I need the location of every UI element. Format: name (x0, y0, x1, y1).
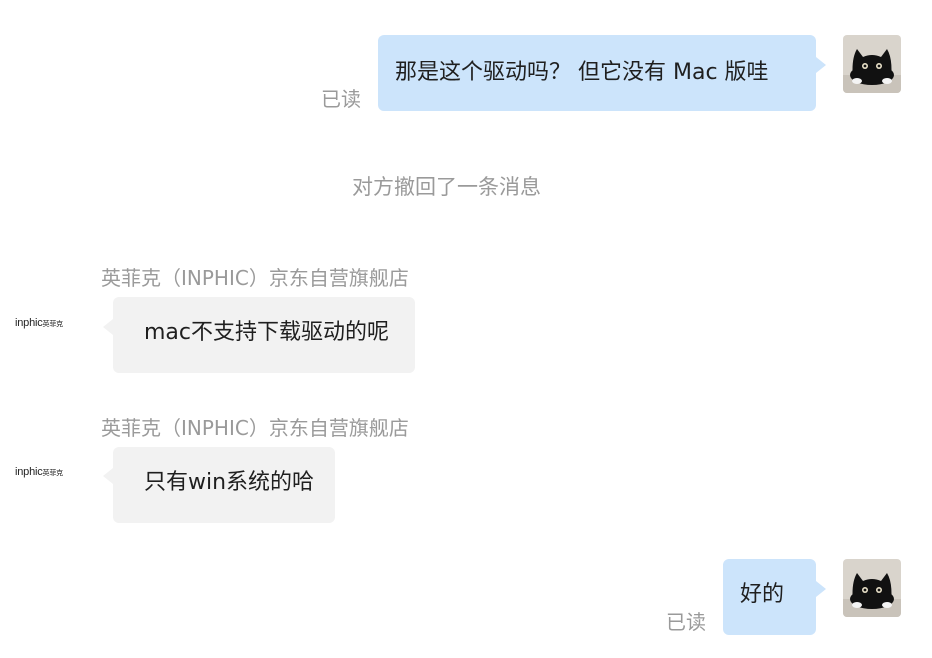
inphic-logo-icon: inphic英菲克 (15, 317, 63, 329)
read-status: 已读 (666, 610, 706, 634)
message-text: mac不支持下载驱动的呢 (144, 320, 390, 345)
shop-message-bubble[interactable]: 只有win系统的哈 (113, 447, 335, 523)
message-text: 好的 (740, 582, 785, 607)
my-message-bubble[interactable]: 好的 (723, 559, 816, 635)
my-avatar[interactable] (843, 559, 901, 617)
inphic-logo-icon: inphic英菲克 (15, 466, 63, 478)
black-cat-avatar-icon (843, 559, 901, 617)
my-avatar[interactable] (843, 35, 901, 93)
shop-avatar[interactable]: inphic英菲克 (15, 317, 63, 329)
shop-avatar[interactable]: inphic英菲克 (15, 466, 63, 478)
recalled-message-notice: 对方撤回了一条消息 (352, 175, 541, 199)
sender-name: 英菲克（INPHIC）京东自营旗舰店 (101, 266, 409, 290)
read-status: 已读 (321, 87, 361, 111)
bubble-tail (816, 57, 826, 73)
shop-message-bubble[interactable]: mac不支持下载驱动的呢 (113, 297, 415, 373)
bubble-tail (816, 581, 826, 597)
message-text: 那是这个驱动吗？ 但它没有 Mac 版哇 (395, 60, 769, 85)
black-cat-avatar-icon (843, 35, 901, 93)
sender-name: 英菲克（INPHIC）京东自营旗舰店 (101, 416, 409, 440)
message-text: 只有win系统的哈 (144, 470, 315, 495)
bubble-tail (103, 319, 113, 335)
bubble-tail (103, 468, 113, 484)
my-message-bubble[interactable]: 那是这个驱动吗？ 但它没有 Mac 版哇 (378, 35, 816, 111)
